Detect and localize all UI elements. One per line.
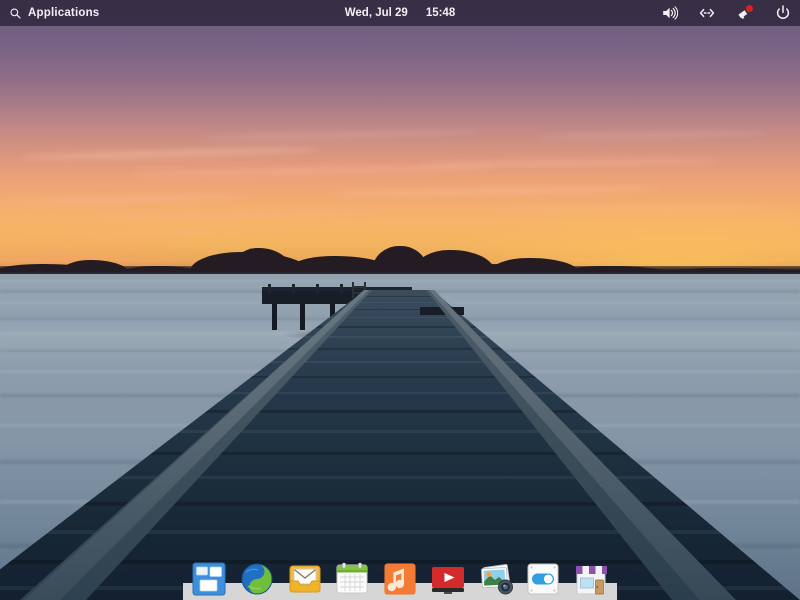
desktop-wallpaper: [0, 0, 800, 600]
dock-item-photos[interactable]: [478, 561, 514, 597]
notification-icon[interactable]: [736, 4, 754, 22]
dock-items: [183, 555, 617, 597]
desktop: Applications Wed, Jul 29 15:48: [0, 0, 800, 600]
jetty-pier: [0, 280, 800, 600]
network-icon[interactable]: [698, 4, 716, 22]
dock-item-files[interactable]: [191, 561, 227, 597]
dock-item-video[interactable]: [430, 561, 466, 597]
dock-item-mail[interactable]: [287, 561, 323, 597]
clock-date[interactable]: Wed, Jul 29: [345, 7, 408, 19]
dock-item-software[interactable]: [573, 561, 609, 597]
dock-item-browser[interactable]: [239, 561, 275, 597]
system-indicators: [660, 0, 792, 26]
dock-item-settings[interactable]: [525, 561, 561, 597]
dock-item-music[interactable]: [382, 561, 418, 597]
applications-menu-label: Applications: [28, 7, 99, 19]
dock-item-calendar[interactable]: [334, 561, 370, 597]
search-icon: [9, 7, 22, 20]
power-icon[interactable]: [774, 4, 792, 22]
notification-badge: [746, 5, 753, 12]
applications-menu[interactable]: Applications: [0, 0, 99, 26]
volume-icon[interactable]: [660, 4, 678, 22]
top-panel: Applications Wed, Jul 29 15:48: [0, 0, 800, 26]
clock-time[interactable]: 15:48: [426, 7, 455, 19]
